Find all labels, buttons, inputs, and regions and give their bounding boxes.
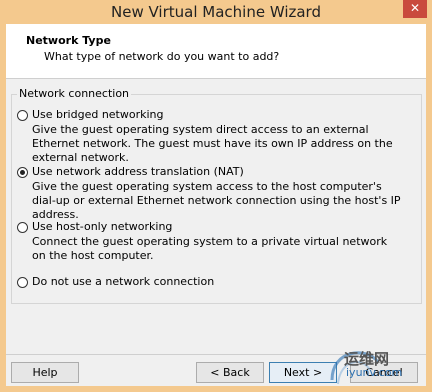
radio-dot-icon: [20, 170, 25, 175]
option-label[interactable]: Use bridged networking: [32, 108, 164, 121]
close-button[interactable]: ✕: [403, 0, 427, 18]
window-title: New Virtual Machine Wizard: [111, 3, 321, 21]
wizard-header: Network Type What type of network do you…: [6, 24, 426, 79]
option-description: Give the guest operating system access t…: [32, 180, 401, 221]
help-button[interactable]: Help: [11, 362, 79, 383]
option-label[interactable]: Use network address translation (NAT): [32, 165, 244, 178]
option-description: Connect the guest operating system to a …: [32, 235, 388, 262]
window-frame-right: [426, 24, 432, 392]
close-icon: ✕: [409, 1, 421, 15]
radio-bridged[interactable]: [17, 110, 28, 121]
window-frame-left: [0, 24, 6, 392]
option-label[interactable]: Do not use a network connection: [32, 275, 214, 288]
page-subtitle: What type of network do you want to add?: [44, 50, 280, 63]
option-description: Give the guest operating system direct a…: [32, 123, 393, 164]
option-label[interactable]: Use host-only networking: [32, 220, 172, 233]
radio-host-only[interactable]: [17, 222, 28, 233]
radio-no-network[interactable]: [17, 277, 28, 288]
watermark-url: iyunv.com: [346, 366, 403, 379]
window-frame-bottom: [0, 386, 432, 392]
radio-nat[interactable]: [17, 167, 28, 178]
page-title: Network Type: [26, 34, 111, 47]
title-bar: New Virtual Machine Wizard ✕: [0, 0, 432, 24]
group-legend: Network connection: [17, 87, 132, 100]
back-button[interactable]: < Back: [196, 362, 264, 383]
